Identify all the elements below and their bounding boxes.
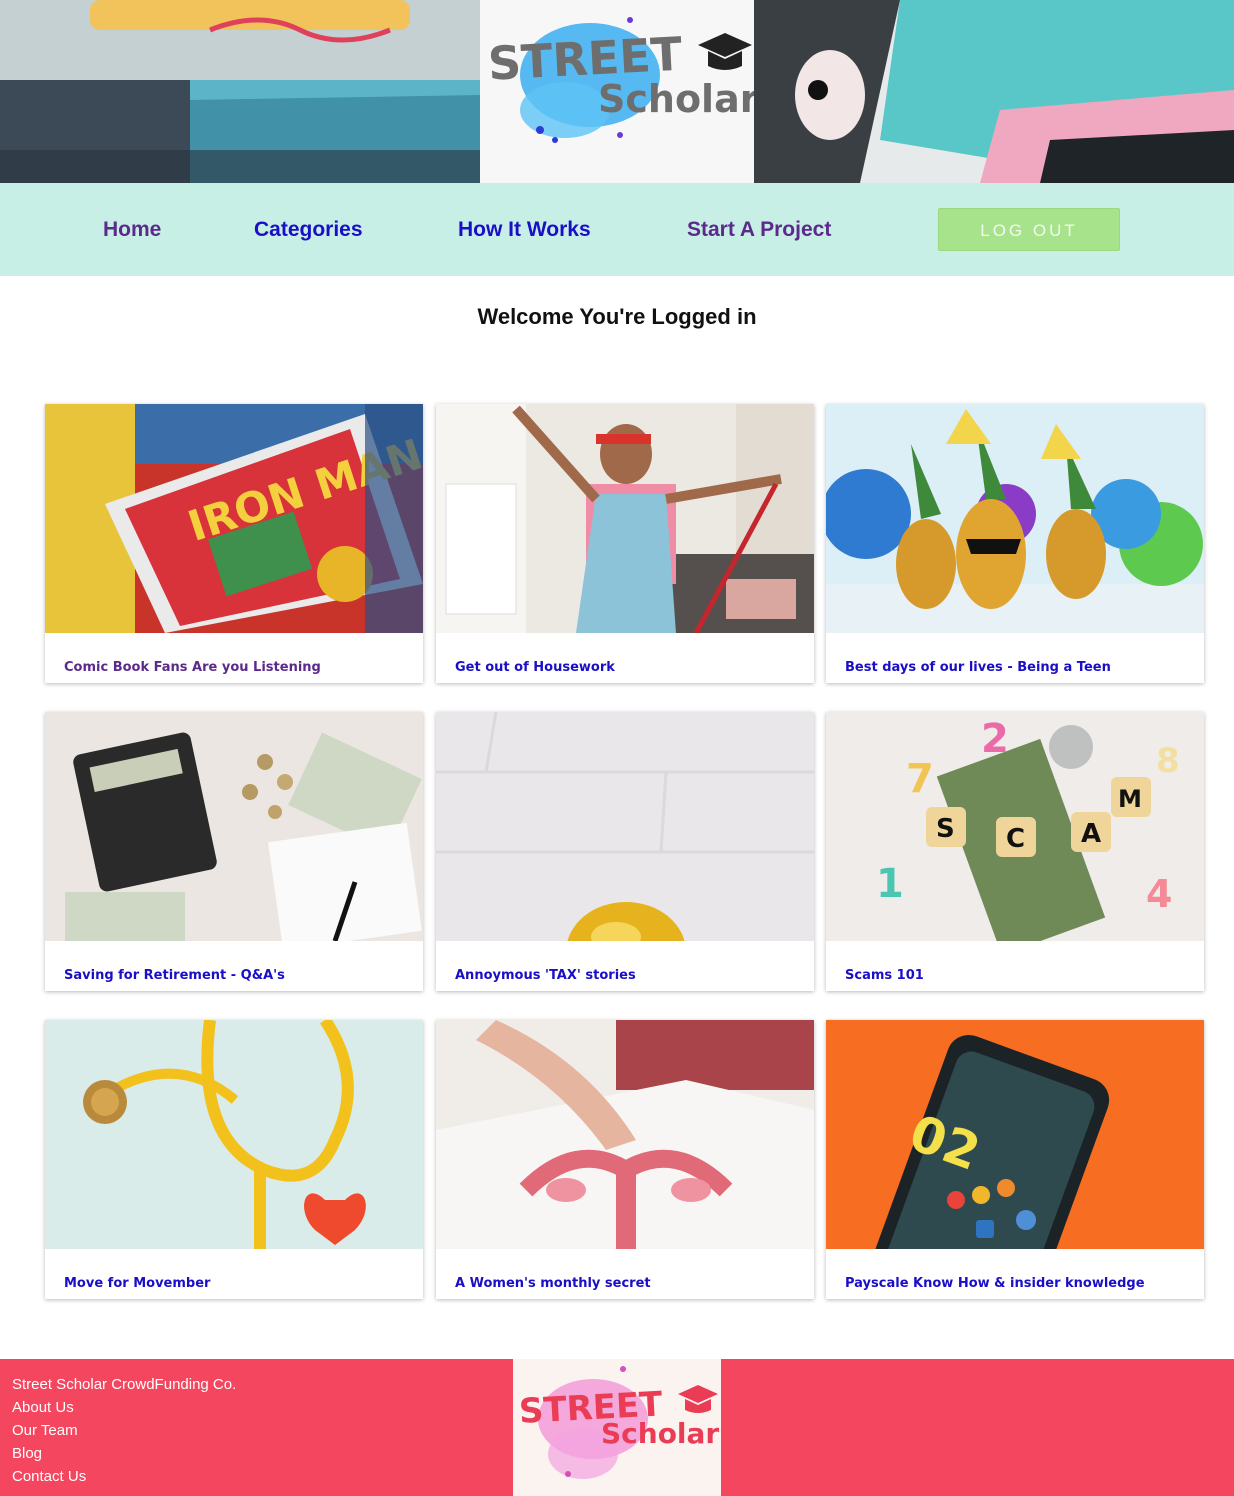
card-image-man-dancing-mop	[436, 404, 814, 633]
svg-text:M: M	[1118, 785, 1142, 813]
card-title[interactable]: Best days of our lives - Being a Teen	[845, 660, 1111, 675]
svg-text:Scholar: Scholar	[598, 77, 754, 121]
project-card[interactable]: S C A M 2 7 1 8 4 Scams 101	[826, 712, 1204, 991]
footer-contact-link[interactable]: Contact Us	[12, 1465, 236, 1488]
project-card[interactable]: Move for Movember	[45, 1020, 423, 1299]
logout-button[interactable]: LOG OUT	[938, 208, 1120, 251]
svg-text:1: 1	[876, 861, 904, 907]
street-scholar-logo: STREET Scholar	[518, 1366, 719, 1479]
footer-logo: STREET Scholar	[513, 1359, 721, 1496]
card-image-phone-orange: 02	[826, 1020, 1204, 1249]
footer-blog-link[interactable]: Blog	[12, 1442, 236, 1465]
project-card[interactable]: 02 Payscale Know How & insider knowledge	[826, 1020, 1204, 1299]
card-image-anatomy-chart	[436, 1020, 814, 1249]
svg-text:S: S	[936, 814, 955, 844]
svg-text:C: C	[1006, 824, 1025, 854]
site-logo[interactable]: STREET Scholar	[480, 0, 754, 183]
hero-banner: STREET Scholar	[0, 0, 1234, 183]
card-title[interactable]: Saving for Retirement - Q&A's	[64, 968, 285, 983]
card-title[interactable]: Move for Movember	[64, 1276, 210, 1291]
card-image-comic-books: IRON MAN	[45, 404, 423, 633]
svg-text:2: 2	[981, 716, 1009, 762]
card-image-calculator-money	[45, 712, 423, 941]
project-card[interactable]: Annoymous 'TAX' stories	[436, 712, 814, 991]
main-navigation: Home Categories How It Works Start A Pro…	[0, 183, 1234, 276]
card-title[interactable]: Scams 101	[845, 968, 924, 983]
card-title[interactable]: Annoymous 'TAX' stories	[455, 968, 636, 983]
footer-team-link[interactable]: Our Team	[12, 1419, 236, 1442]
street-scholar-logo: STREET Scholar	[487, 17, 754, 143]
project-card[interactable]: Best days of our lives - Being a Teen	[826, 404, 1204, 683]
card-title[interactable]: Get out of Housework	[455, 660, 615, 675]
nav-home-link[interactable]: Home	[103, 216, 161, 244]
svg-text:4: 4	[1146, 872, 1172, 916]
project-card[interactable]: A Women's monthly secret	[436, 1020, 814, 1299]
nav-start-project-link[interactable]: Start A Project	[687, 216, 831, 244]
card-image-party-pineapples	[826, 404, 1204, 633]
card-image-stethoscope-heart	[45, 1020, 423, 1249]
card-title[interactable]: Payscale Know How & insider knowledge	[845, 1276, 1145, 1291]
svg-text:8: 8	[1156, 741, 1180, 781]
card-image-gold-piggy-bank	[436, 712, 814, 941]
project-card[interactable]: Get out of Housework	[436, 404, 814, 683]
footer-links: Street Scholar CrowdFunding Co. About Us…	[12, 1373, 236, 1488]
card-title[interactable]: Comic Book Fans Are you Listening	[64, 660, 321, 675]
svg-text:Scholar: Scholar	[601, 1417, 719, 1450]
svg-text:7: 7	[906, 756, 934, 802]
footer-company-link[interactable]: Street Scholar CrowdFunding Co.	[12, 1373, 236, 1396]
project-card[interactable]: IRON MAN Comic Book Fans Are you Listeni…	[45, 404, 423, 683]
footer-about-link[interactable]: About Us	[12, 1396, 236, 1419]
site-footer: Street Scholar CrowdFunding Co. About Us…	[0, 1359, 1234, 1496]
nav-categories-link[interactable]: Categories	[254, 216, 363, 244]
project-card[interactable]: Saving for Retirement - Q&A's	[45, 712, 423, 991]
welcome-heading: Welcome You're Logged in	[477, 304, 757, 329]
card-image-scam-dice: S C A M 2 7 1 8 4	[826, 712, 1204, 941]
nav-how-it-works-link[interactable]: How It Works	[458, 216, 591, 244]
card-title[interactable]: A Women's monthly secret	[455, 1276, 651, 1291]
svg-text:A: A	[1081, 819, 1101, 849]
